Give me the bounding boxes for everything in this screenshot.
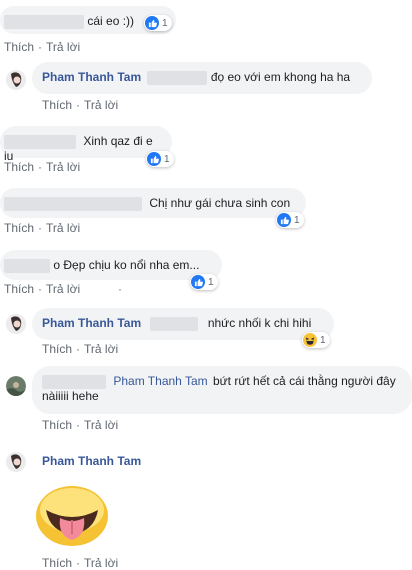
redacted-author	[4, 14, 84, 29]
comment-text-line2: nàiiiii hehe	[42, 389, 99, 403]
redacted-author	[4, 134, 76, 149]
reply-link[interactable]: Trả lời	[46, 40, 80, 54]
reaction-badge[interactable]: 1	[144, 15, 172, 31]
comment-text: Chị như gái chưa sinh con	[149, 196, 291, 210]
like-icon	[277, 213, 291, 227]
separator: ·	[38, 160, 43, 174]
comment-text: nhức nhối k chi hihi	[207, 316, 312, 330]
comment-text-line1: bứt rứt hết cả cái thằng người đây	[212, 374, 396, 388]
comment-actions: Thích · Trả lời	[4, 221, 80, 235]
trailing-mark: ·	[118, 282, 122, 296]
comment-bubble: Pham Thanh Tam đọ eo với em khong ha ha	[32, 62, 372, 94]
reply-link[interactable]: Trả lời	[84, 342, 118, 356]
comment-actions: Thích · Trả lời	[4, 160, 80, 174]
separator: ·	[38, 282, 43, 296]
reaction-count: 1	[320, 334, 326, 346]
redacted-author	[42, 374, 106, 389]
comment-text: đọ eo với em khong ha ha	[210, 70, 351, 84]
comment-text: cái eo :))	[87, 14, 135, 28]
reaction-badge[interactable]: 1	[302, 332, 330, 348]
comment-bubble: Pham Thanh Tam bứt rứt hết cả cái thằng …	[32, 366, 412, 414]
redacted-author	[4, 196, 142, 211]
like-link[interactable]: Thích	[4, 40, 34, 54]
comment-bubble: Xinh qaz đi e iu	[0, 126, 172, 163]
separator: ·	[76, 342, 81, 356]
like-link[interactable]: Thích	[42, 342, 72, 356]
tagged-user[interactable]: Pham Thanh Tam	[113, 374, 207, 388]
comment-bubble: o Đẹp chịu ko nổi nha em...	[0, 250, 222, 280]
like-link[interactable]: Thích	[42, 556, 72, 570]
like-link[interactable]: Thích	[4, 221, 34, 235]
author-name[interactable]: Pham Thanh Tam	[42, 316, 141, 330]
reaction-count: 1	[208, 276, 214, 288]
reaction-count: 1	[162, 17, 168, 29]
separator: ·	[38, 40, 43, 54]
comment-text: o Đẹp chịu ko nổi nha em...	[53, 258, 200, 272]
comment-bubble: Pham Thanh Tam nhức nhối k chi hihi	[32, 308, 334, 340]
reply-link[interactable]: Trả lời	[46, 221, 80, 235]
like-link[interactable]: Thích	[42, 418, 72, 432]
redacted-text	[150, 316, 199, 331]
tongue-out-emoji-sticker	[34, 480, 110, 548]
redacted-text	[147, 70, 208, 85]
author-name[interactable]: Pham Thanh Tam	[42, 454, 141, 468]
separator: ·	[76, 98, 81, 112]
separator: ·	[38, 221, 43, 235]
reaction-badge[interactable]: 1	[190, 274, 218, 290]
comment-actions: Thích · Trả lời	[4, 282, 80, 296]
separator: ·	[76, 418, 81, 432]
reaction-count: 1	[294, 214, 300, 226]
author-name[interactable]: Pham Thanh Tam	[42, 70, 141, 84]
haha-icon	[303, 333, 317, 347]
like-link[interactable]: Thích	[42, 98, 72, 112]
reaction-badge[interactable]: 1	[146, 151, 174, 167]
avatar[interactable]	[6, 376, 26, 396]
avatar[interactable]	[6, 314, 26, 334]
reply-link[interactable]: Trả lời	[46, 282, 80, 296]
reply-link[interactable]: Trả lời	[84, 98, 118, 112]
like-icon	[191, 275, 205, 289]
avatar[interactable]	[6, 70, 26, 90]
reaction-count: 1	[164, 153, 170, 165]
reply-link[interactable]: Trả lời	[84, 556, 118, 570]
like-link[interactable]: Thích	[4, 160, 34, 174]
comment-actions: Thích · Trả lời	[4, 40, 80, 54]
reply-link[interactable]: Trả lời	[46, 160, 80, 174]
comment-actions: Thích · Trả lời	[42, 342, 118, 356]
comment-actions: Thích · Trả lời	[42, 556, 118, 570]
like-icon	[145, 16, 159, 30]
comment-bubble: Chị như gái chưa sinh con	[0, 188, 306, 218]
comment-actions: Thích · Trả lời	[42, 418, 118, 432]
like-icon	[147, 152, 161, 166]
separator: ·	[76, 556, 81, 570]
redacted-author	[4, 258, 50, 273]
comment-actions: Thích · Trả lời	[42, 98, 118, 112]
reaction-badge[interactable]: 1	[276, 212, 304, 228]
reply-link[interactable]: Trả lời	[84, 418, 118, 432]
avatar[interactable]	[6, 452, 26, 472]
like-link[interactable]: Thích	[4, 282, 34, 296]
